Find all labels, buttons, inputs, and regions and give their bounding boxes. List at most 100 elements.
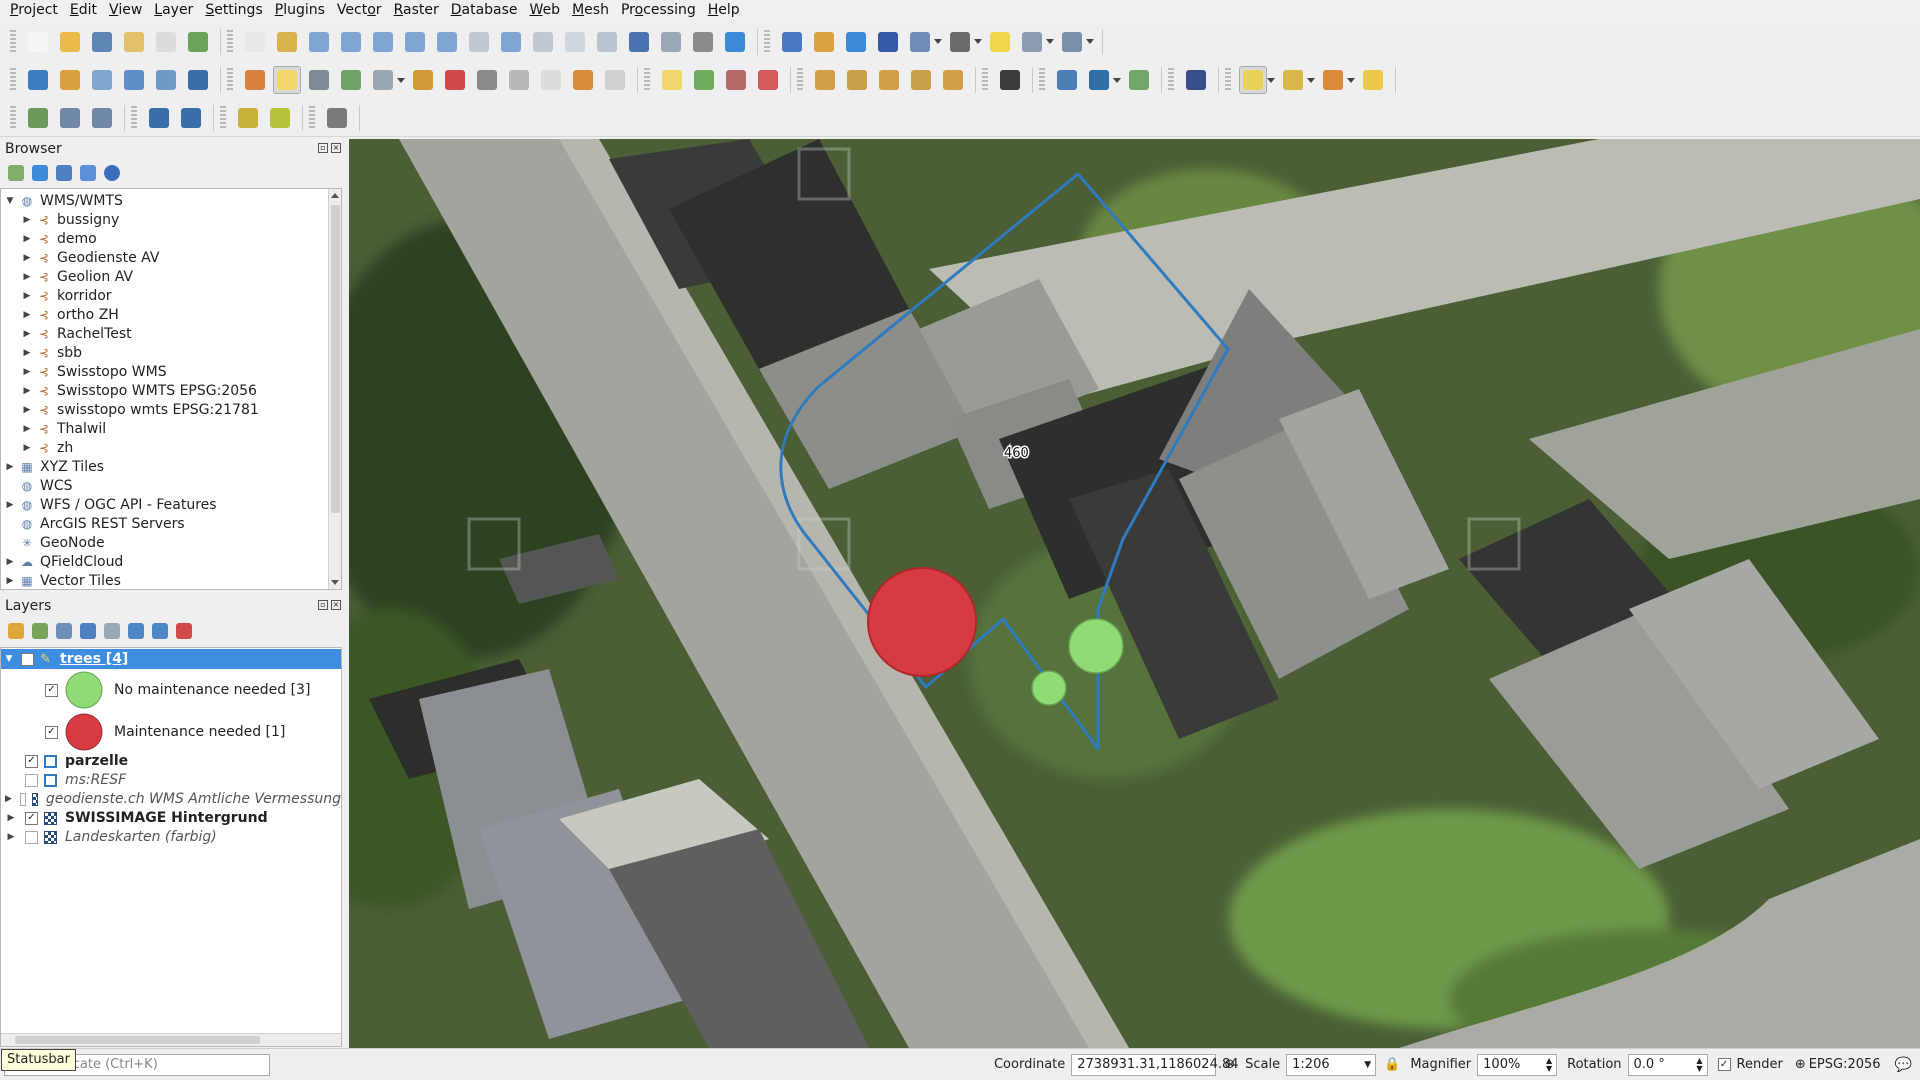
temporal-controller-button[interactable] (689, 28, 717, 56)
collapse-arrow-icon[interactable]: ▼ (3, 654, 15, 664)
chevron-down-icon[interactable] (1086, 39, 1094, 44)
browser-item[interactable]: ▶✳GeoNode (1, 533, 341, 552)
expand-arrow-icon[interactable]: ▶ (21, 215, 33, 225)
layers-tree[interactable]: ▼ ✓ ✎ trees [4] ✓ No maintenance needed … (0, 647, 342, 1047)
toolbar-grip[interactable] (10, 105, 16, 130)
chevron-down-icon[interactable] (1113, 77, 1121, 83)
tree-point-maintenance[interactable] (867, 567, 977, 677)
tree-point-no-maintenance[interactable] (1068, 618, 1124, 674)
zoom-out-button[interactable] (337, 28, 365, 56)
layer-parzelle[interactable]: ✓ parzelle (1, 751, 341, 771)
toolbar-grip[interactable] (10, 29, 16, 54)
pin-label-button[interactable] (722, 66, 750, 94)
add-group-icon[interactable] (32, 623, 48, 639)
help-button[interactable] (1182, 66, 1210, 94)
zoom-full-button[interactable] (369, 28, 397, 56)
layer-trees-checkbox[interactable]: ✓ (21, 652, 34, 666)
zoom-next-button[interactable] (529, 28, 557, 56)
add-decoration-button[interactable] (1058, 28, 1086, 56)
chevron-down-icon[interactable] (1046, 39, 1054, 44)
highlight-labels-button[interactable] (754, 66, 782, 94)
package-button[interactable] (234, 104, 262, 132)
zoom-in-button[interactable] (305, 28, 333, 56)
expand-arrow-icon[interactable]: ▶ (21, 424, 33, 434)
zoom-to-selection-button[interactable] (401, 28, 429, 56)
layer-ms-resf[interactable]: ms:RESF (1, 770, 341, 790)
georeferencer-button[interactable] (56, 104, 84, 132)
expand-arrow-icon[interactable]: ▶ (4, 462, 16, 472)
modify-attributes-button[interactable] (409, 66, 437, 94)
layer-swissimage[interactable]: ▶ ✓ SWISSIMAGE Hintergrund (1, 808, 341, 828)
toolbar-grip[interactable] (1225, 68, 1231, 92)
browser-item[interactable]: ▶ ⊰ Swisstopo WMS (1, 362, 341, 381)
style-icon[interactable] (8, 623, 24, 639)
legend-maintenance-checkbox[interactable]: ✓ (45, 725, 58, 739)
info-icon[interactable] (104, 165, 120, 181)
show-diagram-button[interactable] (907, 66, 935, 94)
refresh-icon[interactable] (32, 165, 48, 181)
layer-swissimage-checkbox[interactable]: ✓ (25, 811, 38, 825)
layer-trees[interactable]: ▼ ✓ ✎ trees [4] (1, 649, 341, 669)
browser-tree[interactable]: ▼ ◍ WMS/WMTS ▶ ⊰ bussigny ▶ ⊰ demo ▶ ⊰ Geodienste A… (0, 188, 342, 590)
menu-edit[interactable]: Edit (64, 0, 103, 21)
layer-geodienste[interactable]: ▶ geodienste.ch WMS Amtliche Vermessung (1, 789, 341, 809)
expand-arrow-icon[interactable]: ▶ (5, 813, 17, 823)
show-bookmarks-button[interactable] (657, 28, 685, 56)
expand-arrow-icon[interactable]: ▶ (21, 234, 33, 244)
expand-arrow-icon[interactable]: ▶ (21, 405, 33, 415)
toolbar-grip[interactable] (764, 29, 770, 54)
chevron-down-icon[interactable] (934, 39, 942, 44)
new-print-layout-button[interactable] (120, 28, 148, 56)
browser-item[interactable]: ▶ ⊰ korridor (1, 286, 341, 305)
browser-item[interactable]: ▶◍WCS (1, 476, 341, 495)
expand-all-icon[interactable] (128, 623, 144, 639)
crs-label[interactable]: EPSG:2056 (1809, 1057, 1881, 1072)
menu-layer[interactable]: Layer (148, 0, 199, 21)
tree-point-no-maintenance[interactable] (1031, 670, 1067, 706)
browser-item[interactable]: ▶ ⊰ zh (1, 438, 341, 457)
save-project-button[interactable] (88, 28, 116, 56)
cut-features-button[interactable] (473, 66, 501, 94)
browser-item[interactable]: ▶ ◍ WFS / OGC API - Features (1, 495, 341, 514)
map-canvas[interactable]: 460 (349, 139, 1920, 1048)
open-field-calc-button[interactable] (906, 28, 934, 56)
menu-raster[interactable]: Raster (388, 0, 445, 21)
expand-arrow-icon[interactable]: ▶ (5, 832, 17, 842)
expand-arrow-icon[interactable]: ▶ (21, 443, 33, 453)
layers-scrollbar[interactable] (1, 1033, 341, 1046)
digitize-button[interactable] (120, 66, 148, 94)
browser-item[interactable]: ▶ ⊰ swisstopo wmts EPSG:21781 (1, 400, 341, 419)
menu-processing[interactable]: Processing (615, 0, 702, 21)
metasearch-button[interactable] (1085, 66, 1113, 94)
pan-map-button[interactable] (241, 28, 269, 56)
processing-toolbox-button[interactable] (842, 28, 870, 56)
processing-tools-button[interactable] (323, 104, 351, 132)
legend-no-maintenance[interactable]: ✓ No maintenance needed [3] (1, 670, 341, 710)
expand-arrow-icon[interactable]: ▶ (21, 272, 33, 282)
spin-arrows-icon[interactable]: ▲ ▼ (1546, 1056, 1552, 1073)
messages-icon[interactable]: 💬 (1895, 1057, 1912, 1073)
add-selected-icon[interactable] (8, 165, 24, 181)
move-diagram-button[interactable] (939, 66, 967, 94)
identify-button[interactable] (778, 28, 806, 56)
remove-layer-icon[interactable] (176, 623, 192, 639)
select-features-button[interactable] (1239, 66, 1267, 94)
new-bookmark-button[interactable] (625, 28, 653, 56)
new-project-button[interactable] (24, 28, 52, 56)
deselect-all-button[interactable] (1319, 66, 1347, 94)
menu-web[interactable]: Web (524, 0, 567, 21)
browser-item[interactable]: ▶ ▦ XYZ Tiles (1, 457, 341, 476)
browser-item[interactable]: ▶ ⊰ Swisstopo WMTS EPSG:2056 (1, 381, 341, 400)
menu-help[interactable]: Help (702, 0, 746, 21)
qfieldcloud-sync-button[interactable] (177, 104, 205, 132)
legend-maintenance[interactable]: ✓ Maintenance needed [1] (1, 712, 341, 752)
zoom-to-layer-button[interactable] (433, 28, 461, 56)
select-by-value-button[interactable] (1279, 66, 1307, 94)
scale-combobox[interactable]: 1:206 ▼ (1286, 1053, 1377, 1076)
statistics-button[interactable] (874, 28, 902, 56)
toolbar-grip[interactable] (227, 68, 233, 92)
chevron-down-icon[interactable] (1307, 77, 1315, 83)
toolbar-grip[interactable] (309, 105, 315, 130)
paste-features-button[interactable] (537, 66, 565, 94)
menu-database[interactable]: Database (445, 0, 524, 21)
